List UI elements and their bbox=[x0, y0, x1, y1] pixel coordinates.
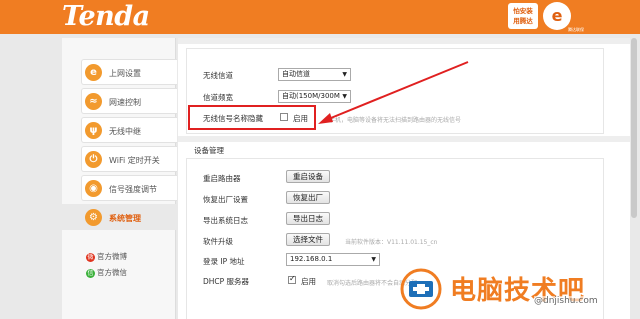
watermark-logo-icon bbox=[400, 268, 442, 310]
watermark-subtext: @dnjishu.com bbox=[534, 296, 598, 306]
